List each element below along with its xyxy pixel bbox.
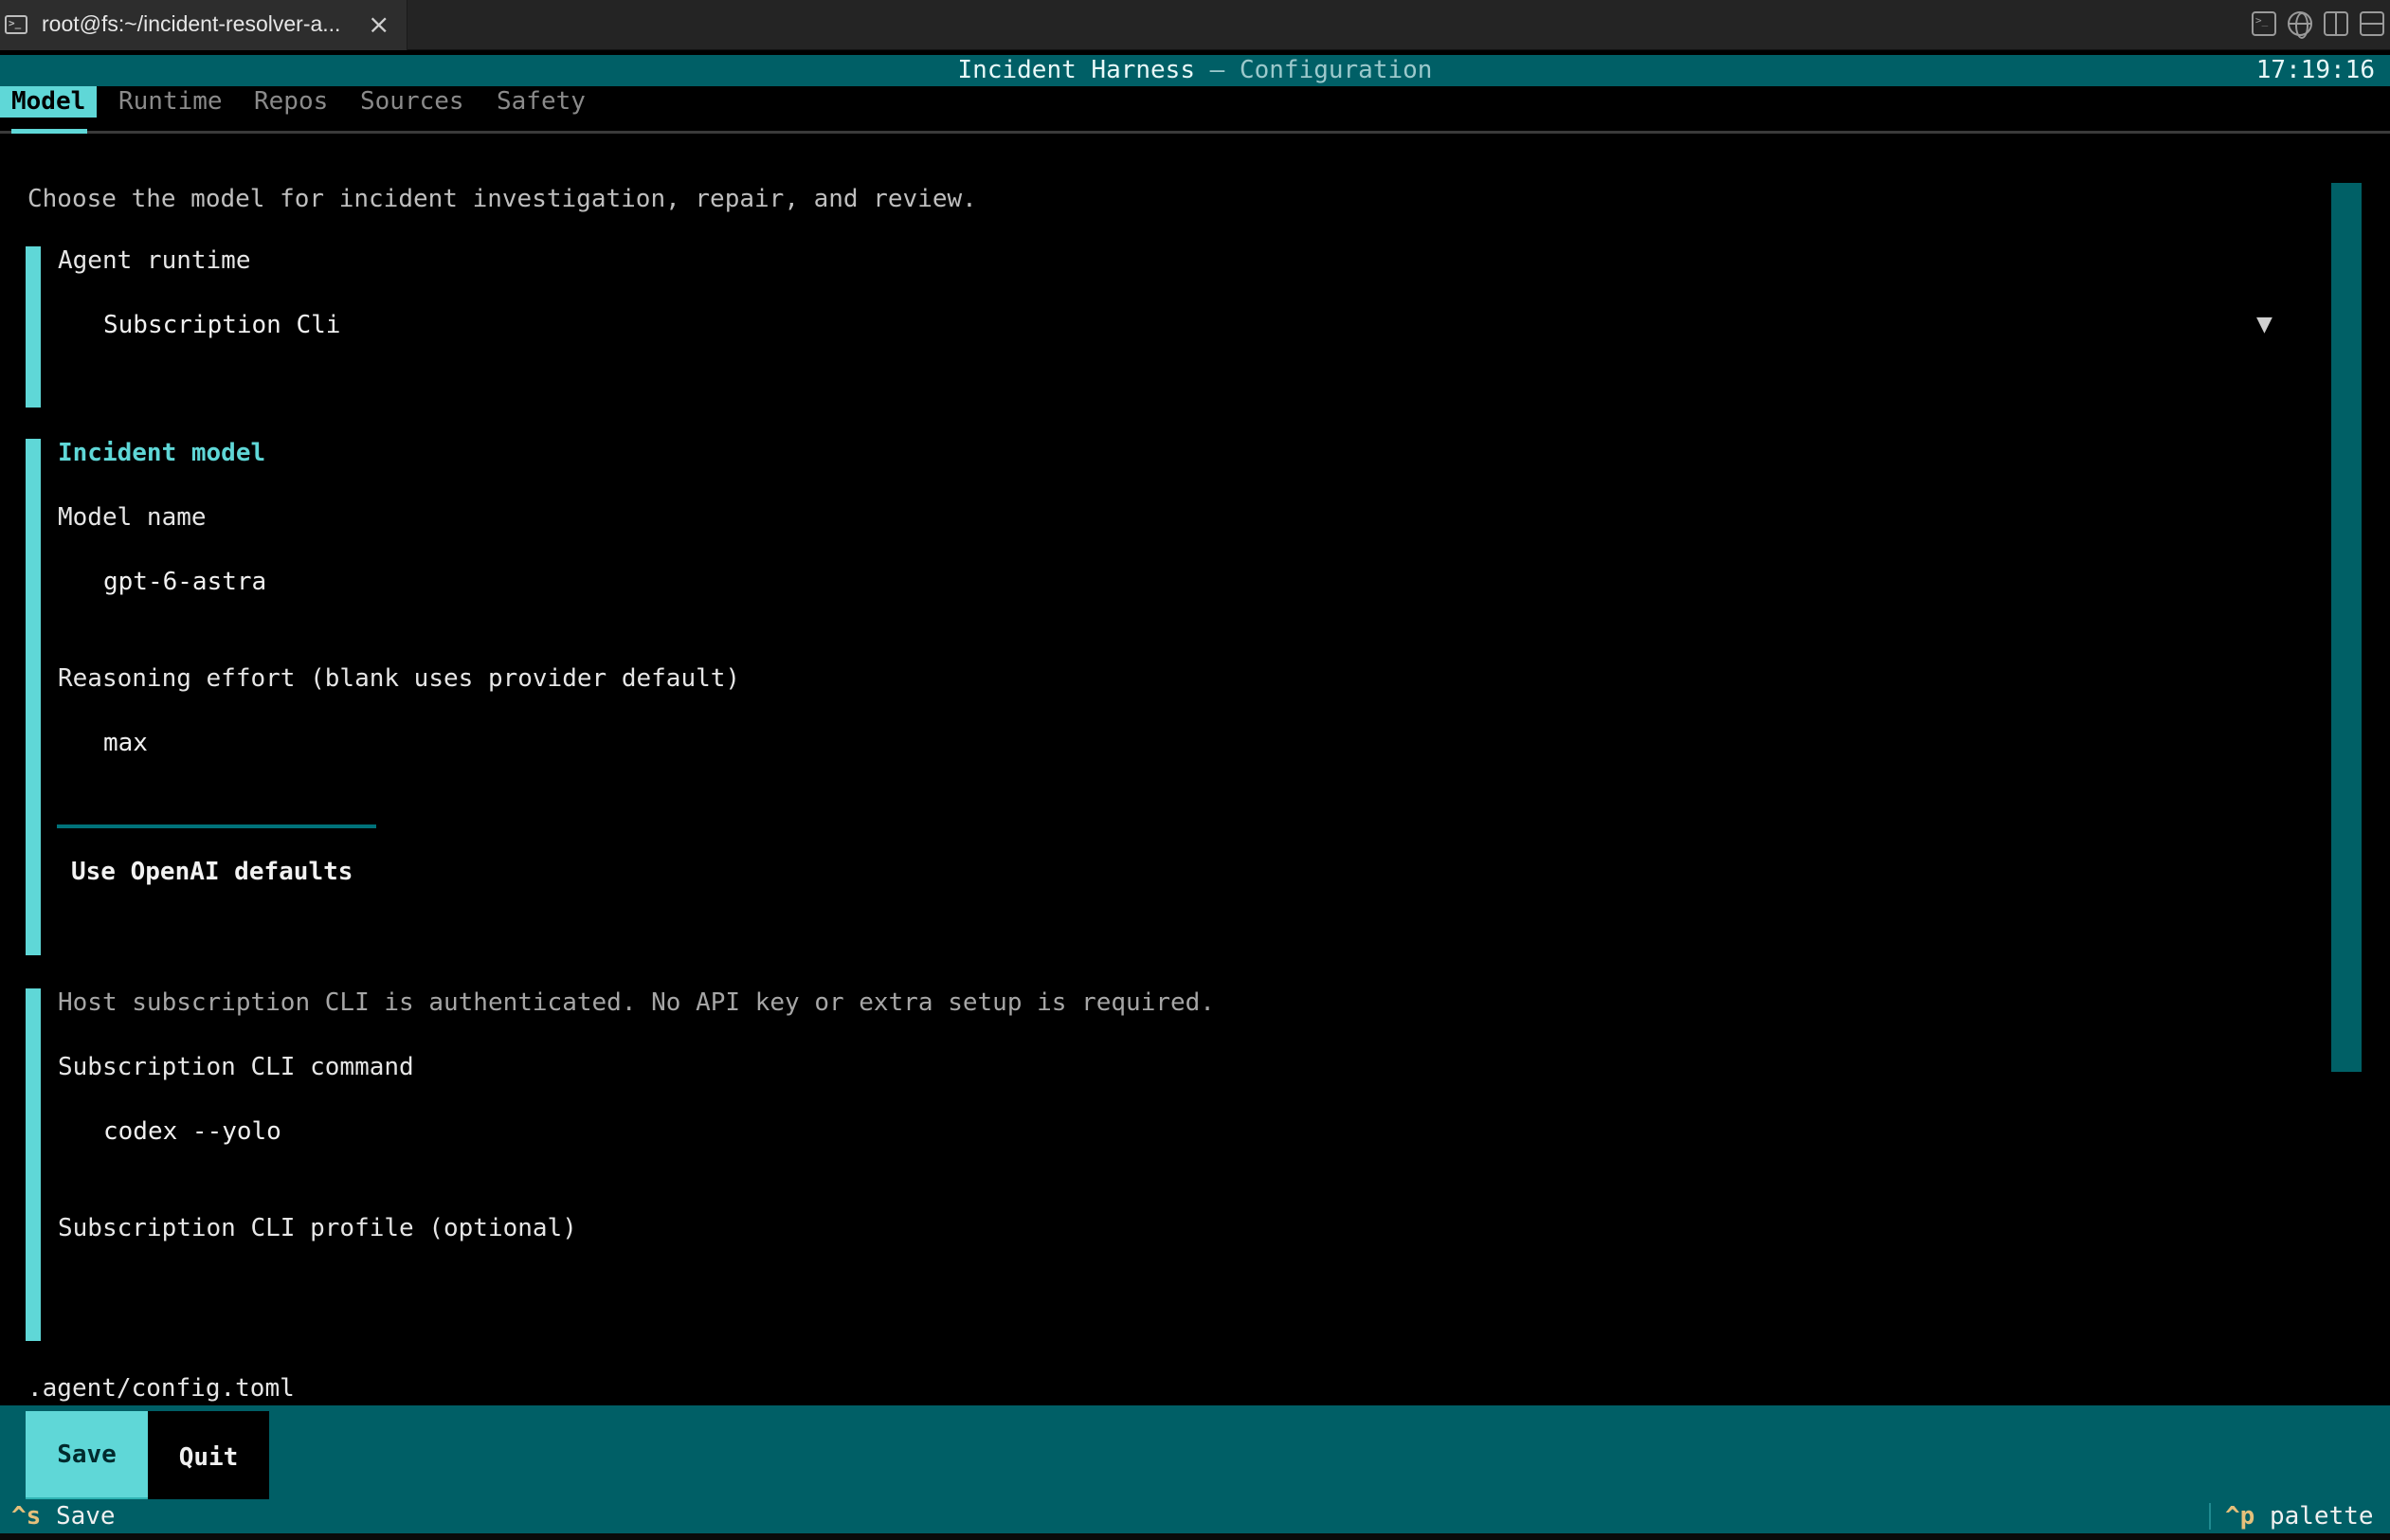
header-clock: 17:19:16 — [2255, 56, 2375, 84]
subscription-note: Host subscription CLI is authenticated. … — [58, 988, 1215, 1017]
tab-repos[interactable]: Repos — [243, 86, 339, 118]
section-bar — [26, 439, 41, 955]
close-icon[interactable]: × — [368, 9, 389, 41]
window-actions — [2252, 11, 2384, 39]
app-header: Incident Harness — Configuration 17:19:1… — [0, 55, 2390, 86]
subscription-command-input[interactable]: codex --yolo — [58, 1102, 2304, 1187]
save-button[interactable]: Save — [26, 1411, 148, 1503]
defaults-button-border — [57, 824, 376, 828]
model-name-label: Model name — [58, 503, 207, 532]
key-bar: ^s Save ^p palette — [0, 1499, 2390, 1533]
split-vertical-icon[interactable] — [2324, 11, 2348, 36]
terminal-icon: >_ — [5, 15, 27, 34]
chevron-down-icon: ▼ — [2256, 313, 2272, 336]
subscription-command-value: codex --yolo — [103, 1117, 281, 1146]
model-name-input[interactable]: gpt-6-astra — [58, 553, 2304, 638]
window-tab-bar: >_ root@fs:~/incident-resolver-a... × — [0, 0, 2390, 50]
subscription-profile-label: Subscription CLI profile (optional) — [58, 1214, 577, 1242]
config-tabs: Model Runtime Repos Sources Safety — [0, 86, 2390, 136]
palette-key-desc: palette — [2269, 1502, 2374, 1531]
save-key: ^s — [11, 1502, 42, 1531]
tab-sources[interactable]: Sources — [349, 86, 476, 118]
agent-runtime-value: Subscription Cli — [103, 311, 341, 339]
subscription-section: Host subscription CLI is authenticated. … — [26, 988, 2300, 1341]
new-terminal-icon[interactable] — [2252, 11, 2276, 36]
intro-text: Choose the model for incident investigat… — [27, 185, 977, 213]
scrollbar-thumb[interactable] — [2331, 183, 2362, 1072]
agent-runtime-label: Agent runtime — [58, 246, 251, 275]
incident-model-section: Incident model Model name gpt-6-astra Re… — [26, 439, 2300, 955]
bottom-strip — [0, 1533, 2390, 1540]
palette-key: ^p — [2225, 1502, 2255, 1531]
palette-key-hint[interactable]: ^p palette — [2225, 1499, 2374, 1533]
agent-runtime-section: Agent runtime Subscription Cli ▼ — [26, 246, 2300, 408]
app-title-separator: — — [1209, 56, 1225, 84]
app-title-subtitle: Configuration — [1239, 56, 1433, 84]
key-bar-divider — [2209, 1503, 2211, 1530]
reasoning-effort-input[interactable]: max — [58, 714, 2304, 799]
tab-safety[interactable]: Safety — [485, 86, 597, 118]
subscription-command-label: Subscription CLI command — [58, 1053, 414, 1081]
reasoning-effort-value: max — [103, 729, 148, 757]
quit-button[interactable]: Quit — [148, 1411, 269, 1503]
reasoning-effort-label: Reasoning effort (blank uses provider de… — [58, 664, 741, 693]
footer-band — [0, 1405, 2390, 1499]
split-horizontal-icon[interactable] — [2360, 11, 2384, 36]
incident-model-heading: Incident model — [58, 439, 266, 467]
tab-underline — [0, 131, 2390, 134]
config-path: .agent/config.toml — [27, 1374, 295, 1403]
window-tab[interactable]: >_ root@fs:~/incident-resolver-a... × — [0, 0, 407, 50]
subscription-profile-input[interactable] — [58, 1263, 2304, 1330]
globe-icon[interactable] — [2288, 11, 2312, 39]
app-title: Incident Harness — Configuration — [0, 55, 2390, 86]
save-key-desc: Save — [55, 1502, 116, 1531]
section-bar — [26, 246, 41, 408]
save-key-hint[interactable]: ^s Save — [11, 1499, 116, 1533]
model-name-value: gpt-6-astra — [103, 568, 267, 596]
tab-runtime[interactable]: Runtime — [107, 86, 234, 118]
tab-model[interactable]: Model — [0, 86, 98, 118]
agent-runtime-select[interactable]: Subscription Cli ▼ — [58, 294, 2304, 389]
window-tab-title: root@fs:~/incident-resolver-a... — [42, 11, 341, 36]
tab-active-indicator — [11, 129, 87, 134]
app-title-main: Incident Harness — [957, 56, 1195, 84]
use-openai-defaults-button[interactable]: Use OpenAI defaults — [71, 858, 353, 886]
section-bar — [26, 988, 41, 1341]
